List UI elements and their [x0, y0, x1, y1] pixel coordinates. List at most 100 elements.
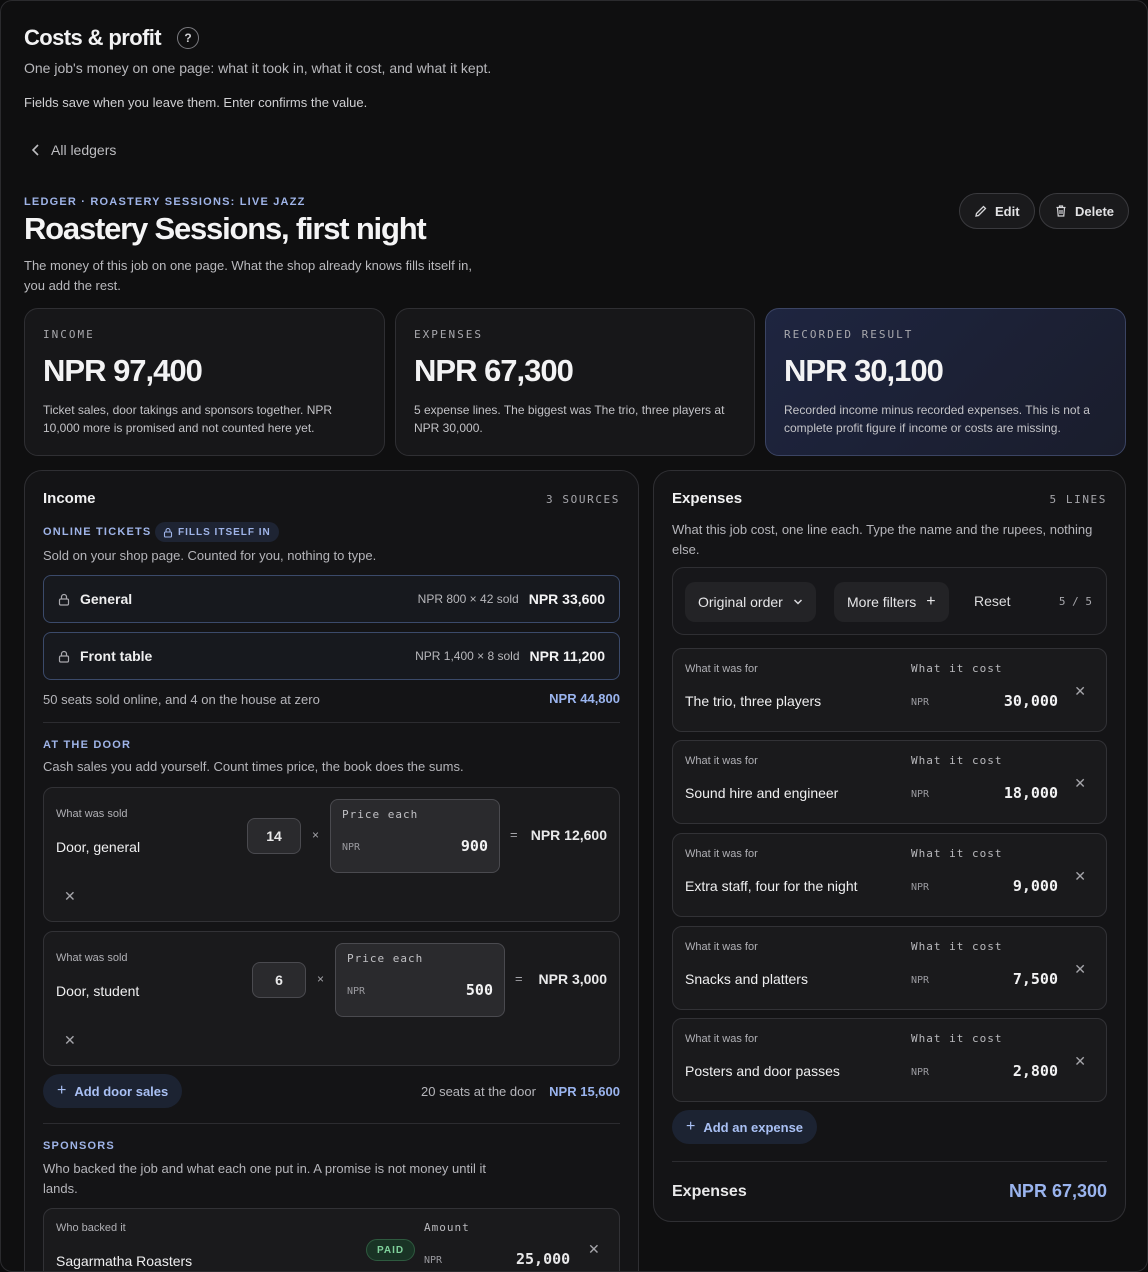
add-door-sales-button[interactable]: + Add door sales	[43, 1074, 183, 1108]
door-sale-row: What was sold Door, general 14 × Price e…	[43, 787, 620, 922]
lock-icon	[58, 593, 70, 606]
currency-label: NPR	[911, 697, 930, 708]
close-icon[interactable]: ✕	[64, 1032, 76, 1049]
stat-value: NPR 67,300	[414, 353, 574, 388]
sort-select[interactable]: Original order	[685, 582, 816, 622]
expense-row: What it was for What it cost Sound hire …	[672, 740, 1107, 824]
status-badge[interactable]: PAID	[366, 1239, 416, 1261]
expense-row: What it was for What it cost The trio, t…	[672, 648, 1107, 732]
expense-amount-input[interactable]: 2,800	[1013, 1062, 1058, 1080]
stat-description: Ticket sales, door takings and sponsors …	[43, 401, 332, 437]
door-label: AT THE DOOR	[43, 739, 132, 751]
ledger-desc-line: The money of this job on one page. What …	[24, 258, 473, 273]
expense-amount-input[interactable]: 9,000	[1013, 877, 1058, 895]
close-icon[interactable]: ✕	[1074, 683, 1086, 700]
expenses-desc-line: else.	[672, 542, 700, 557]
expense-row: What it was for What it cost Posters and…	[672, 1018, 1107, 1102]
stat-value: NPR 97,400	[43, 353, 203, 388]
expense-amount-input[interactable]: 7,500	[1013, 970, 1058, 988]
expense-amount-input[interactable]: 30,000	[1004, 692, 1058, 710]
price-input[interactable]: Price each NPR 500	[335, 943, 505, 1017]
help-icon[interactable]: ?	[177, 27, 199, 49]
online-summary: 50 seats sold online, and 4 on the house…	[43, 692, 320, 707]
door-summary: 20 seats at the door	[421, 1084, 536, 1099]
tier-math: NPR 1,400 × 8 sold	[415, 649, 520, 663]
stat-label: EXPENSES	[414, 328, 483, 341]
trash-icon	[1056, 205, 1066, 217]
online-total: NPR 44,800	[549, 691, 620, 706]
expense-name-input[interactable]: Snacks and platters	[685, 971, 808, 987]
tier-name: Front table	[80, 648, 153, 664]
sale-name-input[interactable]: Door, student	[56, 983, 139, 999]
more-filters-button[interactable]: More filters +	[834, 582, 949, 622]
income-stat-card: INCOME NPR 97,400 Ticket sales, door tak…	[24, 308, 385, 456]
price-label: Price each	[347, 952, 424, 965]
stat-desc-line: Recorded income minus recorded expenses.…	[784, 403, 1090, 417]
close-icon[interactable]: ✕	[1074, 961, 1086, 978]
cost-label: What it cost	[911, 754, 1003, 767]
back-link[interactable]: All ledgers	[31, 142, 116, 158]
expense-row: What it was for What it cost Snacks and …	[672, 926, 1107, 1010]
close-icon[interactable]: ✕	[1074, 775, 1086, 792]
expenses-total-label: Expenses	[672, 1183, 747, 1200]
sale-total: NPR 12,600	[530, 827, 607, 843]
stat-label: INCOME	[43, 328, 95, 341]
add-expense-button[interactable]: + Add an expense	[672, 1110, 818, 1144]
expenses-stat-card: EXPENSES NPR 67,300 5 expense lines. The…	[395, 308, 755, 456]
page-title: Costs & profit	[24, 25, 162, 50]
reset-button[interactable]: Reset	[974, 593, 1011, 609]
expense-amount-input[interactable]: 18,000	[1004, 784, 1058, 802]
price-value: 500	[465, 981, 493, 999]
equals-sign: =	[515, 971, 523, 986]
filter-bar: Original order More filters + Reset 5 / …	[672, 567, 1107, 635]
expense-name-input[interactable]: Posters and door passes	[685, 1063, 840, 1079]
tier-amount: NPR 11,200	[529, 648, 606, 664]
sale-name-input[interactable]: Door, general	[56, 839, 140, 855]
edit-button[interactable]: Edit	[959, 193, 1035, 229]
price-input[interactable]: Price each NPR 900	[330, 799, 500, 873]
quantity-input[interactable]: 6	[252, 962, 306, 998]
for-label: What it was for	[685, 941, 758, 953]
expenses-total: NPR 67,300	[1008, 1181, 1107, 1201]
auto-fill-badge: FILLS ITSELF IN	[155, 522, 279, 542]
door-desc: Cash sales you add yourself. Count times…	[43, 759, 464, 774]
stat-desc-line: 10,000 more is promised and not counted …	[43, 421, 315, 435]
cost-label: What it cost	[911, 662, 1003, 675]
stat-desc-line: NPR 30,000.	[414, 421, 483, 435]
close-icon[interactable]: ✕	[1074, 1053, 1086, 1070]
expense-row: What it was for What it cost Extra staff…	[672, 833, 1107, 917]
sale-total: NPR 3,000	[538, 971, 607, 987]
expenses-desc: What this job cost, one line each. Type …	[672, 520, 1092, 560]
sponsor-amount-input[interactable]: 25,000	[516, 1250, 570, 1268]
ledger-title: Roastery Sessions, first night	[24, 211, 427, 246]
stat-description: 5 expense lines. The biggest was The tri…	[414, 401, 724, 437]
save-hint: Fields save when you leave them. Enter c…	[24, 95, 368, 110]
close-icon[interactable]: ✕	[1074, 868, 1086, 885]
stat-desc-line: Ticket sales, door takings and sponsors …	[43, 403, 333, 417]
add-expense-label: Add an expense	[703, 1119, 804, 1135]
tier-amount: NPR 33,600	[528, 591, 605, 607]
stat-description: Recorded income minus recorded expenses.…	[784, 401, 1090, 437]
close-icon[interactable]: ✕	[588, 1241, 600, 1258]
currency-label: NPR	[911, 975, 930, 986]
stat-label: RECORDED RESULT	[784, 328, 914, 341]
currency-label: NPR	[424, 1255, 443, 1266]
delete-button[interactable]: Delete	[1039, 193, 1130, 229]
times-sign: ×	[312, 828, 320, 842]
plus-icon: +	[926, 593, 936, 610]
quantity-input[interactable]: 14	[247, 818, 301, 854]
delete-button-label: Delete	[1075, 203, 1115, 219]
expenses-panel: Expenses 5 LINES What this job cost, one…	[653, 470, 1126, 1222]
expense-name-input[interactable]: The trio, three players	[685, 693, 821, 709]
lock-icon	[58, 650, 70, 663]
door-total: NPR 15,600	[549, 1084, 620, 1099]
expense-name-input[interactable]: Sound hire and engineer	[685, 785, 838, 801]
currency-label: NPR	[911, 882, 930, 893]
badge-label: FILLS ITSELF IN	[178, 526, 271, 538]
expense-name-input[interactable]: Extra staff, four for the night	[685, 878, 858, 894]
page-frame: Costs & profit ? One job's money on one …	[0, 0, 1148, 1272]
sponsor-name-input[interactable]: Sagarmatha Roasters	[56, 1253, 192, 1269]
close-icon[interactable]: ✕	[64, 888, 76, 905]
add-door-sales-label: Add door sales	[74, 1083, 169, 1099]
cost-label: What it cost	[911, 940, 1003, 953]
